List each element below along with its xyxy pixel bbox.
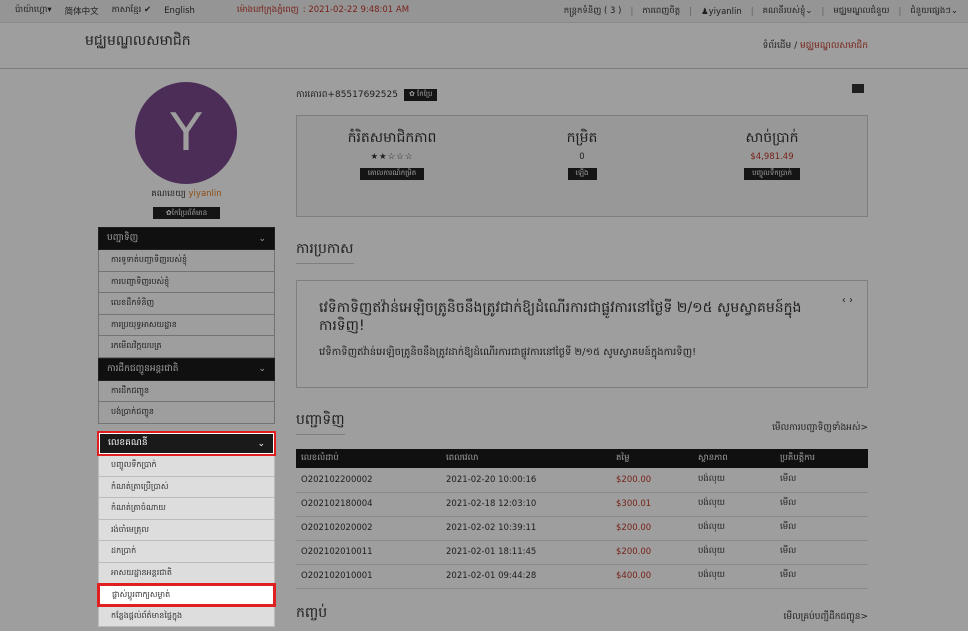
sidebar-item[interactable]: ការដឹកជញ្ជូន [98, 380, 275, 402]
sidebar-item[interactable]: ការទូទាត់បញ្ជាទិញរបស់ខ្ញុំ [98, 250, 275, 272]
sidebar-menu: បញ្ជាទិញ ⌄ ការទូទាត់បញ្ជាទិញរបស់ខ្ញុំ ការ… [98, 227, 275, 424]
table-row: O202102020002 2021-02-02 10:39:11 $200.00 ប… [296, 516, 868, 541]
packages-header: កញ្ចប់ មើលគ្រប់បញ្ជីដឹកជញ្ជូន> [296, 603, 868, 624]
star-rating: ★★☆☆☆ [370, 152, 414, 162]
sidebar: Y គណនេយ្យ yiyanlin ✿កែប្រែព័ត៌មាន បញ្ជាទ… [98, 78, 275, 424]
lang-khmer-link[interactable]: ភាសាខ្មែរ ✔ [112, 5, 152, 17]
menu-section-shipping[interactable]: ការដឹកជញ្ជូនអន្តរជាតិ ⌄ [98, 357, 275, 381]
breadcrumb-home[interactable]: ទំព័រដើម [763, 41, 792, 51]
contact-row: ការគោរព +85517692525 ✿ កែប្រែ [296, 86, 868, 104]
user-link[interactable]: ♟yiyanlin [701, 7, 742, 17]
sidebar-item[interactable]: អាសយដ្ឋានអន្តរជាតិ [98, 562, 275, 584]
table-row: O202102010011 2021-02-01 18:11:45 $200.00 ប… [296, 540, 868, 565]
recharge-button[interactable]: បញ្ចូលទឹកប្រាក់ [744, 168, 800, 180]
table-row: O202102200002 2021-02-20 10:00:16 $200.00 ប… [296, 468, 868, 493]
chevron-down-icon: ⌄ [258, 233, 266, 244]
announcement-body: វេទិកាទិញឥវ៉ាន់អេឡិចត្រូនិចនឹងត្រូវដាក់ឱ… [319, 347, 697, 358]
sidebar-item[interactable]: រង់ចាំមេត្រុល [98, 519, 275, 541]
stats-panel: កំរិតសមាជិកភាព ★★☆☆☆ គោលការណ៍កម្រិត កម្រ… [296, 115, 868, 217]
column-header: ប្រតិបត្តិការ [775, 449, 868, 468]
user-icon: ♟ [701, 6, 709, 17]
avatar: Y [135, 82, 237, 184]
sidebar-item[interactable]: លេខដឹកទំនិញ [98, 293, 275, 315]
breadcrumb-current: មជ្ឈមណ្ឌលសមាជិក [800, 41, 868, 51]
sidebar-item[interactable]: បង់ប្រាក់ជញ្ជូន [98, 402, 275, 424]
view-order-link[interactable]: មើល [775, 516, 868, 541]
sidebar-item[interactable]: រកមើលវិក្កយបត្រ [98, 336, 275, 358]
edit-profile-button[interactable]: ✿កែប្រែព័ត៌មាន [153, 207, 220, 219]
stat-level: កម្រិត 0 ឡើង [487, 116, 677, 216]
stat-membership: កំរិតសមាជិកភាព ★★☆☆☆ គោលការណ៍កម្រិត [297, 116, 487, 216]
lang-english-link[interactable]: English [164, 6, 195, 16]
account-submenu: បញ្ចូលទឹកប្រាក់ កំណត់ត្រាប្រើប្រាស់ កំណត… [97, 455, 276, 627]
sidebar-item-change-password[interactable]: ផ្លាស់ប្តូរពាក្យសម្ងាត់ [97, 583, 276, 607]
account-name: គណនេយ្យ yiyanlin [151, 189, 222, 199]
sidebar-item[interactable]: កំណត់ត្រាចំណាយ [98, 498, 275, 520]
upgrade-button[interactable]: ឡើង [567, 168, 597, 180]
account-menu: លេខគណនី ⌄ [97, 431, 276, 456]
table-row: O202102180004 2021-02-18 12:03:10 $300.01 ប… [296, 492, 868, 517]
chevron-down-icon: ⌄ [257, 438, 265, 449]
my-account-dropdown[interactable]: គណនីរបស់ខ្ញុំ⌄ [763, 6, 813, 18]
sidebar-item[interactable]: ការប្រយុទ្ធអាសយដ្ឋាន [98, 314, 275, 336]
table-row: O202102010001 2021-02-01 09:44:28 $400.00 ប… [296, 564, 868, 589]
sidebar-item[interactable]: ការបញ្ជាទិញរបស់ខ្ញុំ [98, 271, 275, 293]
more-dropdown[interactable]: ជំនួយផ្សេងៗ⌄ [910, 6, 958, 18]
menu-section-account[interactable]: លេខគណនី ⌄ [97, 431, 276, 456]
column-header: តម្លៃ [611, 449, 693, 468]
column-header: លេខលំដាប់ [296, 449, 441, 468]
orders-table: លេខលំដាប់ ពេលវេលា តម្លៃ ស្ថានភាព ប្រតិបត… [296, 449, 868, 589]
orders-title: បញ្ជាទិញ [296, 410, 345, 435]
sidebar-item[interactable]: កំណត់ត្រាប្រើប្រាស់ [98, 476, 275, 498]
column-header: ពេលវេលា [441, 449, 611, 468]
column-header: ស្ថានភាព [693, 449, 775, 468]
chevron-down-icon: ⌄ [258, 364, 266, 374]
view-order-link[interactable]: មើល [775, 540, 868, 565]
orders-header: បញ្ជាទិញ មើលការបញ្ជាទិញទាំងអស់> [296, 410, 868, 435]
edit-phone-button[interactable]: ✿ កែប្រែ [403, 89, 438, 101]
main-content: ការគោរព +85517692525 ✿ កែប្រែ កំរិតសមាជិក… [296, 78, 868, 589]
view-all-shipping-link[interactable]: មើលគ្រប់បញ្ជីដឹកជញ្ជូន> [784, 611, 869, 624]
view-order-link[interactable]: មើល [775, 468, 868, 493]
mail-icon[interactable] [852, 84, 864, 93]
lang-khmer-dropdown[interactable]: ប៉ាយ៉ាហ្គោ▾ [15, 5, 52, 17]
view-all-orders-link[interactable]: មើលការបញ្ជាទិញទាំងអស់> [772, 422, 868, 435]
favorites-link[interactable]: ការពេញចិត្ត [642, 6, 680, 18]
lang-chinese-link[interactable]: 简体中文 [65, 5, 99, 17]
announcement-title: ការប្រកាស [296, 239, 354, 264]
page-header: មជ្ឈមណ្ឌលសមាជិក ទំព័រដើម / មជ្ឈមណ្ឌលសមាជ… [0, 23, 968, 69]
announcement-box: វេទិកាទិញឥវ៉ាន់អេឡិចត្រូនិចនឹងត្រូវជាក់ឱ… [296, 280, 868, 388]
view-order-link[interactable]: មើល [775, 492, 868, 517]
sidebar-item[interactable]: កន្លែងផ្តល់ព័ត៌មានផ្ទៃក្នុង [98, 605, 275, 627]
top-bar: ប៉ាយ៉ាហ្គោ▾ 简体中文 ភាសាខ្មែរ ✔ English ម៉ោ… [0, 0, 968, 23]
carousel-arrows-icon[interactable]: ‹ › [842, 295, 853, 306]
page-title: មជ្ឈមណ្ឌលសមាជិក [85, 33, 191, 49]
time-notice: ម៉ោងនៅក្រុងភ្នំពេញ: 2021-02-22 9:48:01 A… [236, 5, 410, 15]
breadcrumb: ទំព័រដើម / មជ្ឈមណ្ឌលសមាជិក [763, 40, 868, 53]
packages-title: កញ្ចប់ [296, 605, 328, 621]
cart-link[interactable]: កន្ត្រកទំនិញ ( 3 ) [564, 6, 622, 18]
announcement-headline[interactable]: វេទិកាទិញឥវ៉ាន់អេឡិចត្រូនិចនឹងត្រូវជាក់ឱ… [319, 299, 829, 335]
help-center-link[interactable]: មជ្ឈមណ្ឌលជំនួយ [833, 6, 889, 18]
breadcrumb-separator: / [794, 41, 798, 51]
menu-section-orders[interactable]: បញ្ជាទិញ ⌄ [98, 227, 275, 250]
level-policy-button[interactable]: គោលការណ៍កម្រិត [359, 168, 425, 180]
sidebar-item[interactable]: បញ្ចូលទឹកប្រាក់ [98, 455, 275, 477]
sidebar-item[interactable]: ដកប្រាក់ [98, 541, 275, 563]
stat-balance: សាច់ប្រាក់ $4,981.49 បញ្ចូលទឹកប្រាក់ [677, 116, 867, 216]
view-order-link[interactable]: មើល [775, 564, 868, 589]
